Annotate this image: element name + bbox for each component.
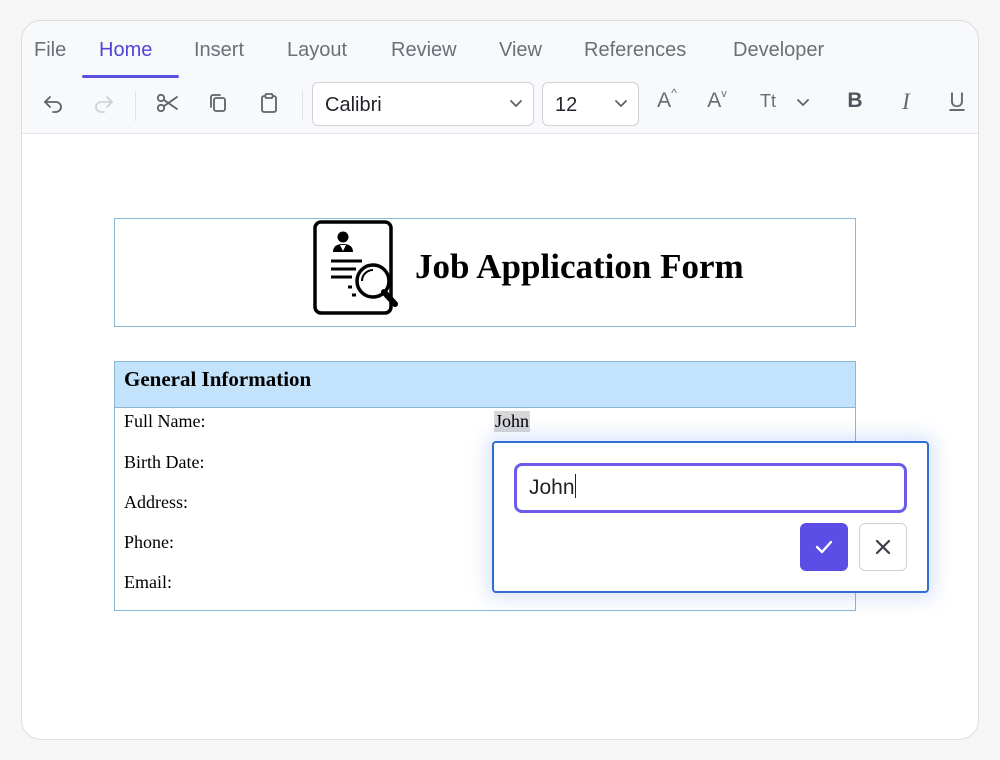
italic-label: I bbox=[902, 89, 910, 114]
cut-button[interactable] bbox=[150, 81, 186, 125]
email-label: Email: bbox=[124, 572, 172, 592]
full-name-label: Full Name: bbox=[124, 411, 206, 431]
phone-label: Phone: bbox=[124, 532, 175, 552]
font-family-value: Calibri bbox=[325, 94, 382, 116]
caret-up-icon: ^ bbox=[671, 86, 677, 100]
editor-window: File Home Insert Layout Review View Refe… bbox=[21, 20, 979, 740]
font-family-select[interactable]: Calibri bbox=[312, 82, 534, 126]
ribbon: File Home Insert Layout Review View Refe… bbox=[22, 21, 978, 134]
tab-review[interactable]: Review bbox=[391, 39, 457, 62]
copy-button[interactable] bbox=[200, 81, 236, 125]
change-case-dropdown[interactable] bbox=[792, 81, 814, 125]
chevron-down-icon bbox=[510, 100, 522, 107]
redo-button[interactable] bbox=[86, 81, 122, 125]
section-header: General Information bbox=[115, 362, 855, 408]
tab-file[interactable]: File bbox=[34, 39, 66, 62]
redo-icon bbox=[95, 96, 113, 113]
bold-button[interactable]: B bbox=[837, 89, 873, 121]
underline-label: U bbox=[949, 89, 965, 112]
shrink-font-button[interactable]: Av bbox=[699, 88, 735, 121]
copy-icon bbox=[210, 94, 226, 112]
field-edit-input[interactable]: John bbox=[514, 463, 907, 513]
document-title-box: Job Application Form bbox=[114, 218, 856, 327]
undo-button[interactable] bbox=[35, 81, 71, 125]
confirm-button[interactable] bbox=[800, 523, 848, 571]
address-label: Address: bbox=[124, 492, 188, 512]
shrink-font-label: A bbox=[707, 89, 722, 112]
cut-icon bbox=[156, 93, 178, 113]
grow-font-label: A bbox=[657, 89, 672, 112]
change-case-button[interactable]: Tt bbox=[750, 91, 786, 123]
grow-font-button[interactable]: A^ bbox=[649, 86, 685, 121]
tab-references[interactable]: References bbox=[584, 39, 686, 62]
cancel-button[interactable] bbox=[859, 523, 907, 571]
font-size-value: 12 bbox=[555, 94, 578, 116]
font-size-select[interactable]: 12 bbox=[542, 82, 639, 126]
ribbon-tabs: File Home Insert Layout Review View Refe… bbox=[22, 21, 978, 79]
section-header-label: General Information bbox=[124, 367, 312, 391]
text-caret bbox=[574, 474, 577, 498]
tab-home[interactable]: Home bbox=[99, 39, 152, 62]
toolbar-separator bbox=[302, 91, 303, 121]
check-icon bbox=[815, 540, 833, 554]
caret-down-icon: v bbox=[721, 88, 727, 100]
formatting-toolbar: Calibri 12 A^ Av Tt B I U bbox=[22, 81, 978, 129]
full-name-value[interactable]: John bbox=[494, 411, 531, 432]
underline-button[interactable]: U bbox=[939, 89, 975, 121]
chevron-down-icon bbox=[797, 99, 809, 106]
active-tab-indicator bbox=[82, 75, 179, 78]
birth-date-label: Birth Date: bbox=[124, 452, 205, 472]
document-title: Job Application Form bbox=[415, 247, 744, 286]
italic-button[interactable]: I bbox=[888, 89, 924, 121]
chevron-down-icon bbox=[615, 100, 627, 107]
field-edit-input-value: John bbox=[529, 476, 575, 499]
change-case-label: Tt bbox=[760, 91, 776, 111]
close-icon bbox=[875, 539, 891, 555]
tab-layout[interactable]: Layout bbox=[287, 39, 347, 62]
undo-icon bbox=[44, 96, 62, 113]
field-edit-popup: John bbox=[492, 441, 929, 593]
tab-insert[interactable]: Insert bbox=[194, 39, 244, 62]
paste-button[interactable] bbox=[251, 81, 287, 125]
resume-search-icon bbox=[313, 220, 398, 315]
tab-developer[interactable]: Developer bbox=[733, 39, 824, 62]
paste-icon bbox=[261, 93, 277, 113]
tab-view[interactable]: View bbox=[499, 39, 542, 62]
bold-label: B bbox=[847, 89, 863, 112]
toolbar-separator bbox=[135, 91, 136, 121]
